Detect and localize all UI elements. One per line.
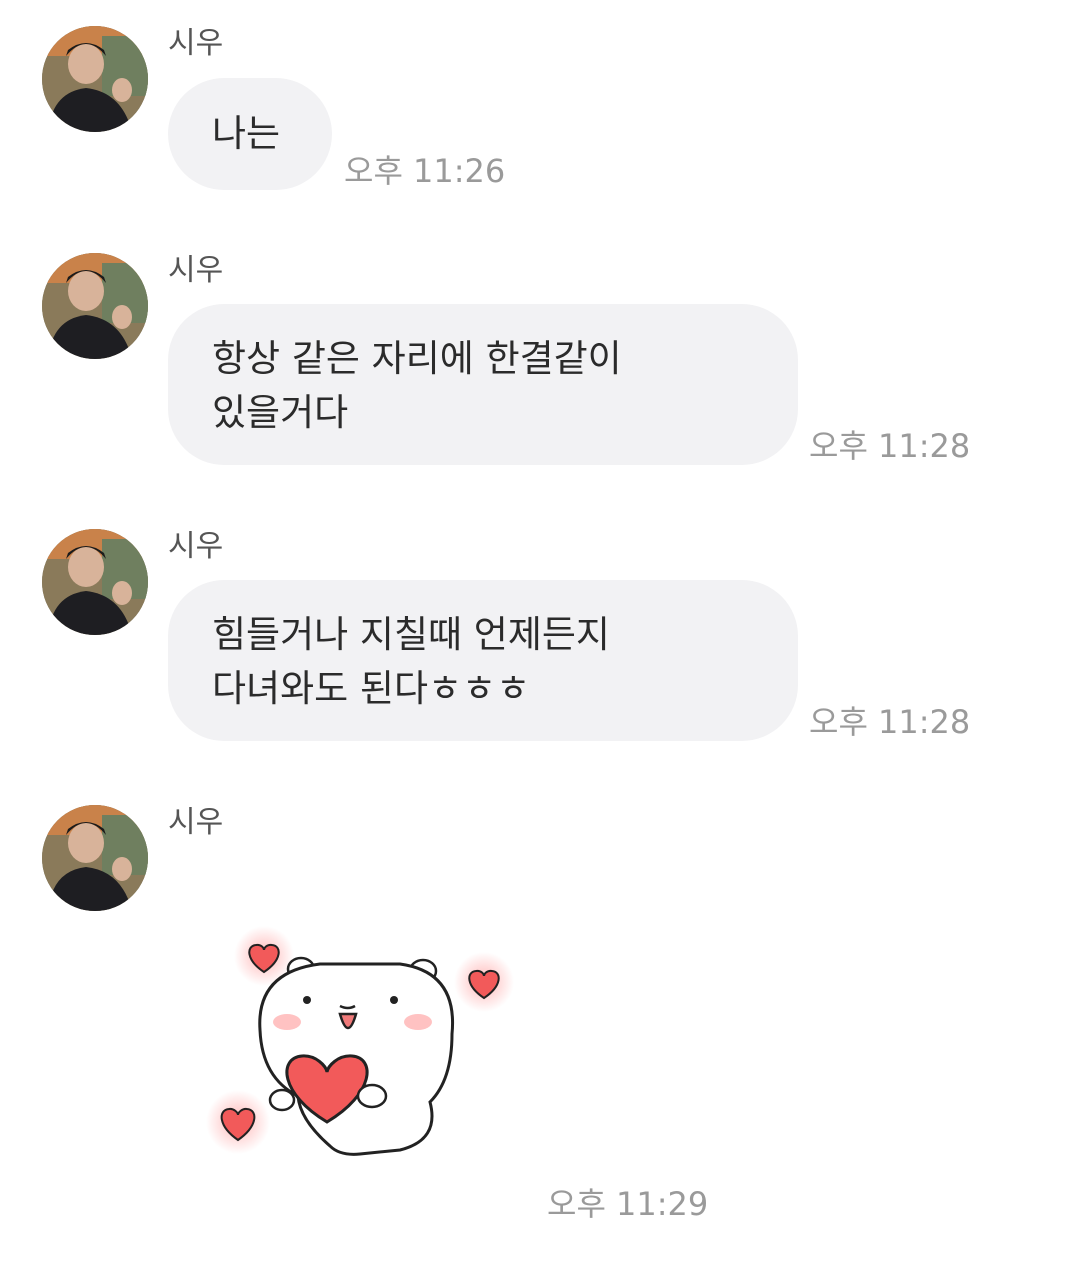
message-timestamp: 오후 11:28 [809,703,971,741]
avatar[interactable] [42,26,148,132]
heart-icon [454,952,514,1012]
avatar[interactable] [42,253,148,359]
bear-holding-heart-sticker[interactable] [190,910,530,1170]
avatar[interactable] [42,805,148,911]
message-timestamp: 오후 11:28 [809,427,971,465]
message-bubble[interactable]: 힘들거나 지칠때 언제든지 다녀와도 된다ㅎㅎㅎ [168,580,798,741]
sender-name: 시우 [168,253,224,288]
sender-name: 시우 [168,805,224,840]
message-timestamp: 오후 11:29 [547,1185,709,1223]
heart-icon [206,1090,270,1154]
chat-message-list[interactable]: 시우 나는 오후 11:26 시우 항상 같은 자리에 한결같이 있을거다 오후… [0,0,1080,1263]
bear-icon [258,956,455,1156]
message-timestamp: 오후 11:26 [344,152,506,190]
avatar[interactable] [42,529,148,635]
sender-name: 시우 [168,529,224,564]
message-bubble[interactable]: 항상 같은 자리에 한결같이 있을거다 [168,304,798,465]
message-bubble[interactable]: 나는 [168,78,332,190]
sender-name: 시우 [168,26,224,61]
